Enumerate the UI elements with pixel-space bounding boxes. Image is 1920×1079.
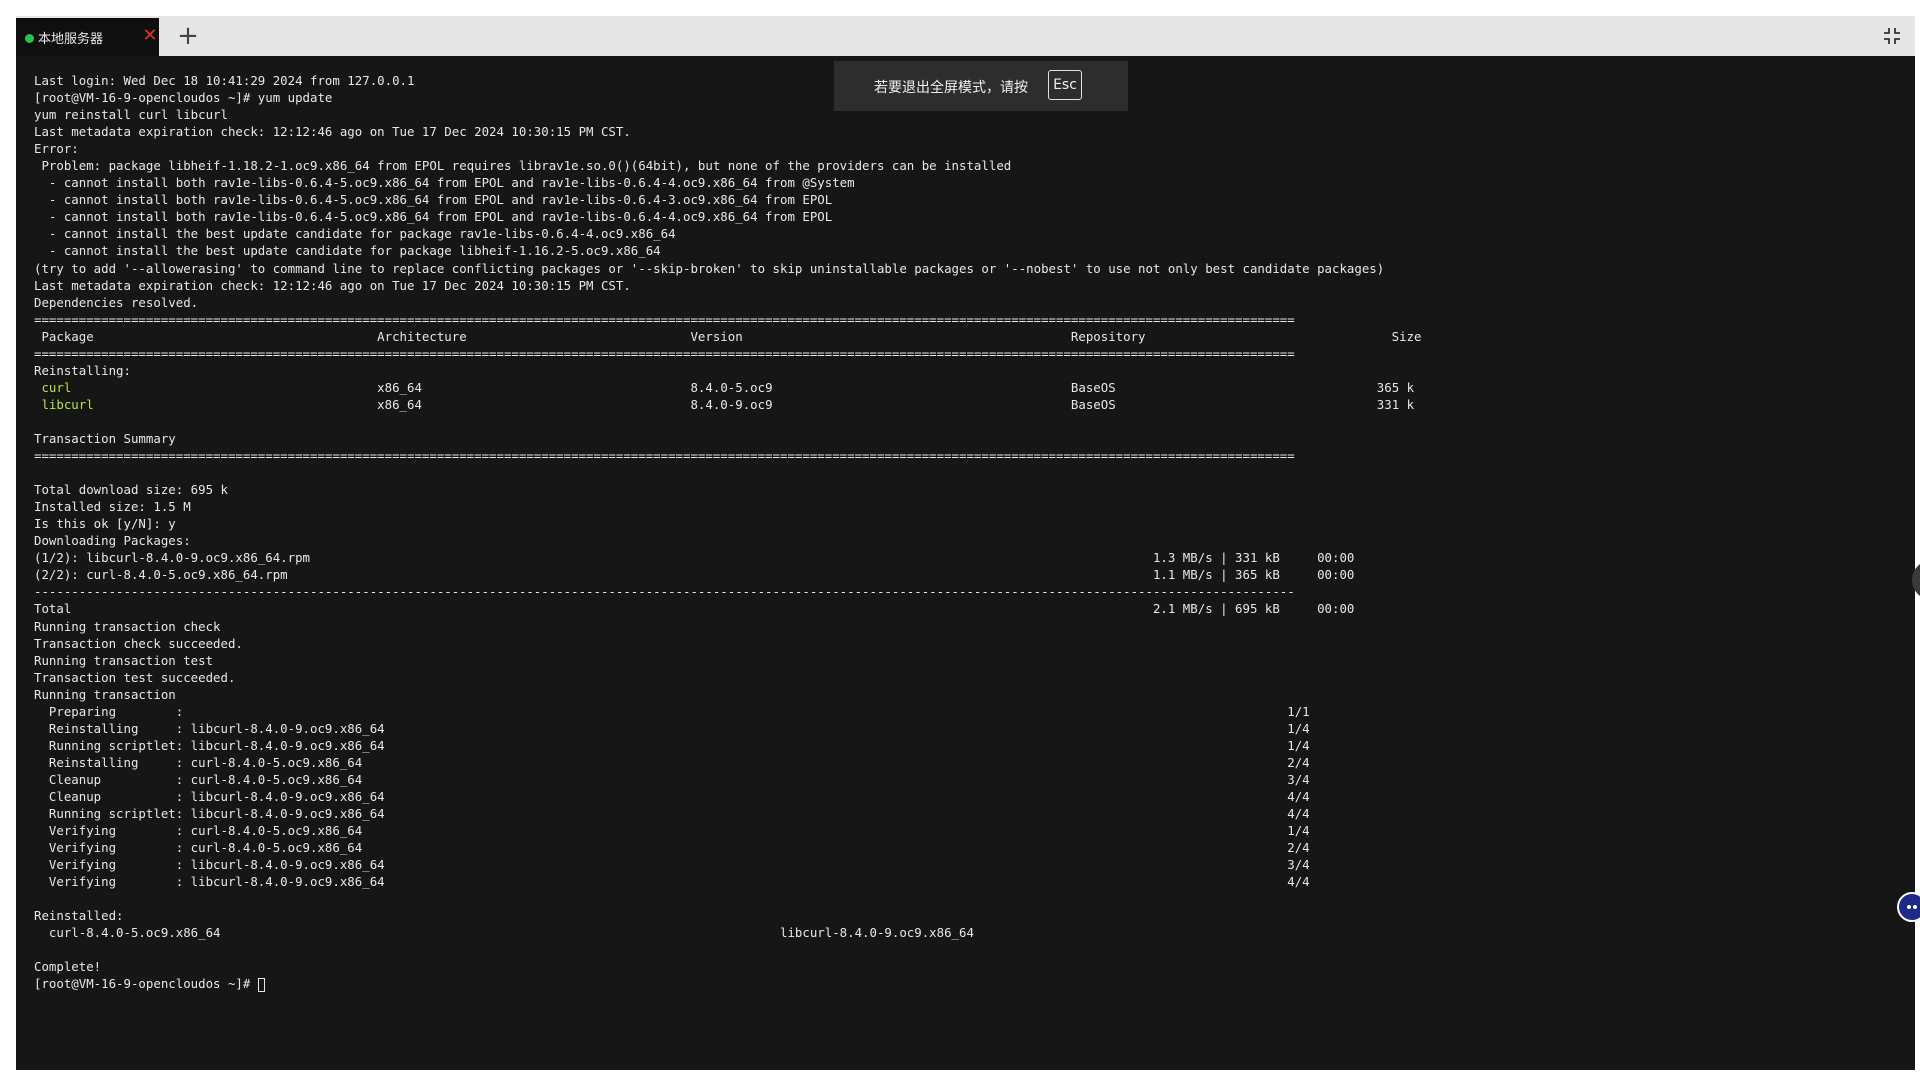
terminal-lines: Last login: Wed Dec 18 10:41:29 2024 fro… [34,72,1422,993]
terminal-line: [root@VM-16-9-opencloudos ~]# yum update [34,90,333,106]
package-details: x86_64 8.4.0-9.oc9 BaseOS 331 k [93,396,1415,412]
terminal-line: Downloading Packages: [34,533,191,549]
terminal-line: Verifying : curl-8.4.0-5.oc9.x86_64 2/4 [34,840,1310,856]
terminal-line: - cannot install the best update candida… [34,243,661,259]
terminal-line: Reinstalling : libcurl-8.4.0-9.oc9.x86_6… [34,720,1310,736]
terminal-line: Complete! [34,959,102,975]
terminal-line: ========================================… [34,448,1295,464]
tab-local-server[interactable]: 本地服务器 ✕ [16,18,159,56]
terminal-line: Running scriptlet: libcurl-8.4.0-9.oc9.x… [34,806,1310,822]
connection-status-dot [25,34,34,43]
terminal-line: Cleanup : libcurl-8.4.0-9.oc9.x86_64 4/4 [34,788,1310,804]
terminal-line: - cannot install the best update candida… [34,226,676,242]
terminal-line: Running transaction test [34,652,214,668]
shell-prompt: [root@VM-16-9-opencloudos ~]# [34,976,258,992]
package-name: curl [34,379,72,395]
terminal-line: yum reinstall curl libcurl [34,107,228,123]
terminal-line: (try to add '--allowerasing' to command … [34,260,1385,276]
package-name: libcurl [34,396,94,412]
terminal-line: ----------------------------------------… [34,584,1295,600]
terminal-line: libcurl x86_64 8.4.0-9.oc9 BaseOS 331 k [34,396,1422,413]
terminal-line: Error: [34,141,79,157]
terminal-app-window: 本地服务器 ✕ + Last login: Wed Dec 18 10:41:2… [16,16,1920,1070]
plus-icon[interactable]: + [173,21,203,51]
terminal-line: Package Architecture Version Repository … [34,328,1422,344]
terminal-line: Last metadata expiration check: 12:12:46… [34,277,631,293]
terminal-line: Last metadata expiration check: 12:12:46… [34,124,631,140]
assistant-icon [1907,905,1917,909]
terminal-line: Problem: package libheif-1.18.2-1.oc9.x8… [34,158,1012,174]
terminal-line: Preparing : 1/1 [34,703,1310,719]
terminal-line: Running scriptlet: libcurl-8.4.0-9.oc9.x… [34,737,1310,753]
terminal-line: ========================================… [34,345,1295,361]
terminal-prompt-line[interactable]: [root@VM-16-9-opencloudos ~]# [34,975,1422,992]
terminal-line: Transaction test succeeded. [34,669,236,685]
terminal-line: Verifying : curl-8.4.0-5.oc9.x86_64 1/4 [34,823,1310,839]
terminal-line: Transaction Summary [34,430,176,446]
terminal-line: - cannot install both rav1e-libs-0.6.4-5… [34,175,855,191]
terminal-line: Reinstalled: [34,908,124,924]
terminal-line: Verifying : libcurl-8.4.0-9.oc9.x86_64 4… [34,874,1310,890]
fullscreen-toast: 若要退出全屏模式，请按 Esc [834,61,1128,111]
assistant-button[interactable] [1897,892,1920,922]
terminal-line: Total download size: 695 k [34,482,228,498]
terminal-line: Is this ok [y/N]: y [34,516,176,532]
terminal-line: Transaction check succeeded. [34,635,243,651]
package-details: x86_64 8.4.0-5.oc9 BaseOS 365 k [71,379,1415,395]
fullscreen-toast-message: 若要退出全屏模式，请按 [874,80,1028,96]
esc-key-badge: Esc [1048,70,1082,100]
terminal-line: Reinstalling: [34,362,131,378]
terminal-line: Total 2.1 MB/s | 695 kB 00:00 [34,601,1355,617]
terminal-line: Cleanup : curl-8.4.0-5.oc9.x86_64 3/4 [34,771,1310,787]
terminal-line: - cannot install both rav1e-libs-0.6.4-5… [34,192,833,208]
terminal-line: curl-8.4.0-5.oc9.x86_64 libcurl-8.4.0-9.… [34,925,974,941]
terminal-line: curl x86_64 8.4.0-5.oc9 BaseOS 365 k [34,379,1422,396]
terminal-output[interactable]: Last login: Wed Dec 18 10:41:29 2024 fro… [16,56,1915,1070]
terminal-line: Running transaction [34,686,176,702]
terminal-line: Installed size: 1.5 M [34,499,191,515]
close-icon[interactable]: ✕ [140,26,160,46]
tab-label: 本地服务器 [38,32,104,47]
terminal-line: (2/2): curl-8.4.0-5.oc9.x86_64.rpm 1.1 M… [34,567,1355,583]
terminal-line: - cannot install both rav1e-libs-0.6.4-5… [34,209,833,225]
terminal-line: (1/2): libcurl-8.4.0-9.oc9.x86_64.rpm 1.… [34,550,1355,566]
terminal-line: Reinstalling : curl-8.4.0-5.oc9.x86_64 2… [34,754,1310,770]
terminal-line: Verifying : libcurl-8.4.0-9.oc9.x86_64 3… [34,857,1310,873]
terminal-line: Running transaction check [34,618,221,634]
terminal-line: ========================================… [34,311,1295,327]
exit-fullscreen-icon[interactable] [1881,25,1903,47]
tab-bar: 本地服务器 ✕ + [16,16,1915,56]
terminal-line: Last login: Wed Dec 18 10:41:29 2024 fro… [34,73,415,88]
terminal-line: Dependencies resolved. [34,294,199,310]
text-cursor [257,977,265,992]
